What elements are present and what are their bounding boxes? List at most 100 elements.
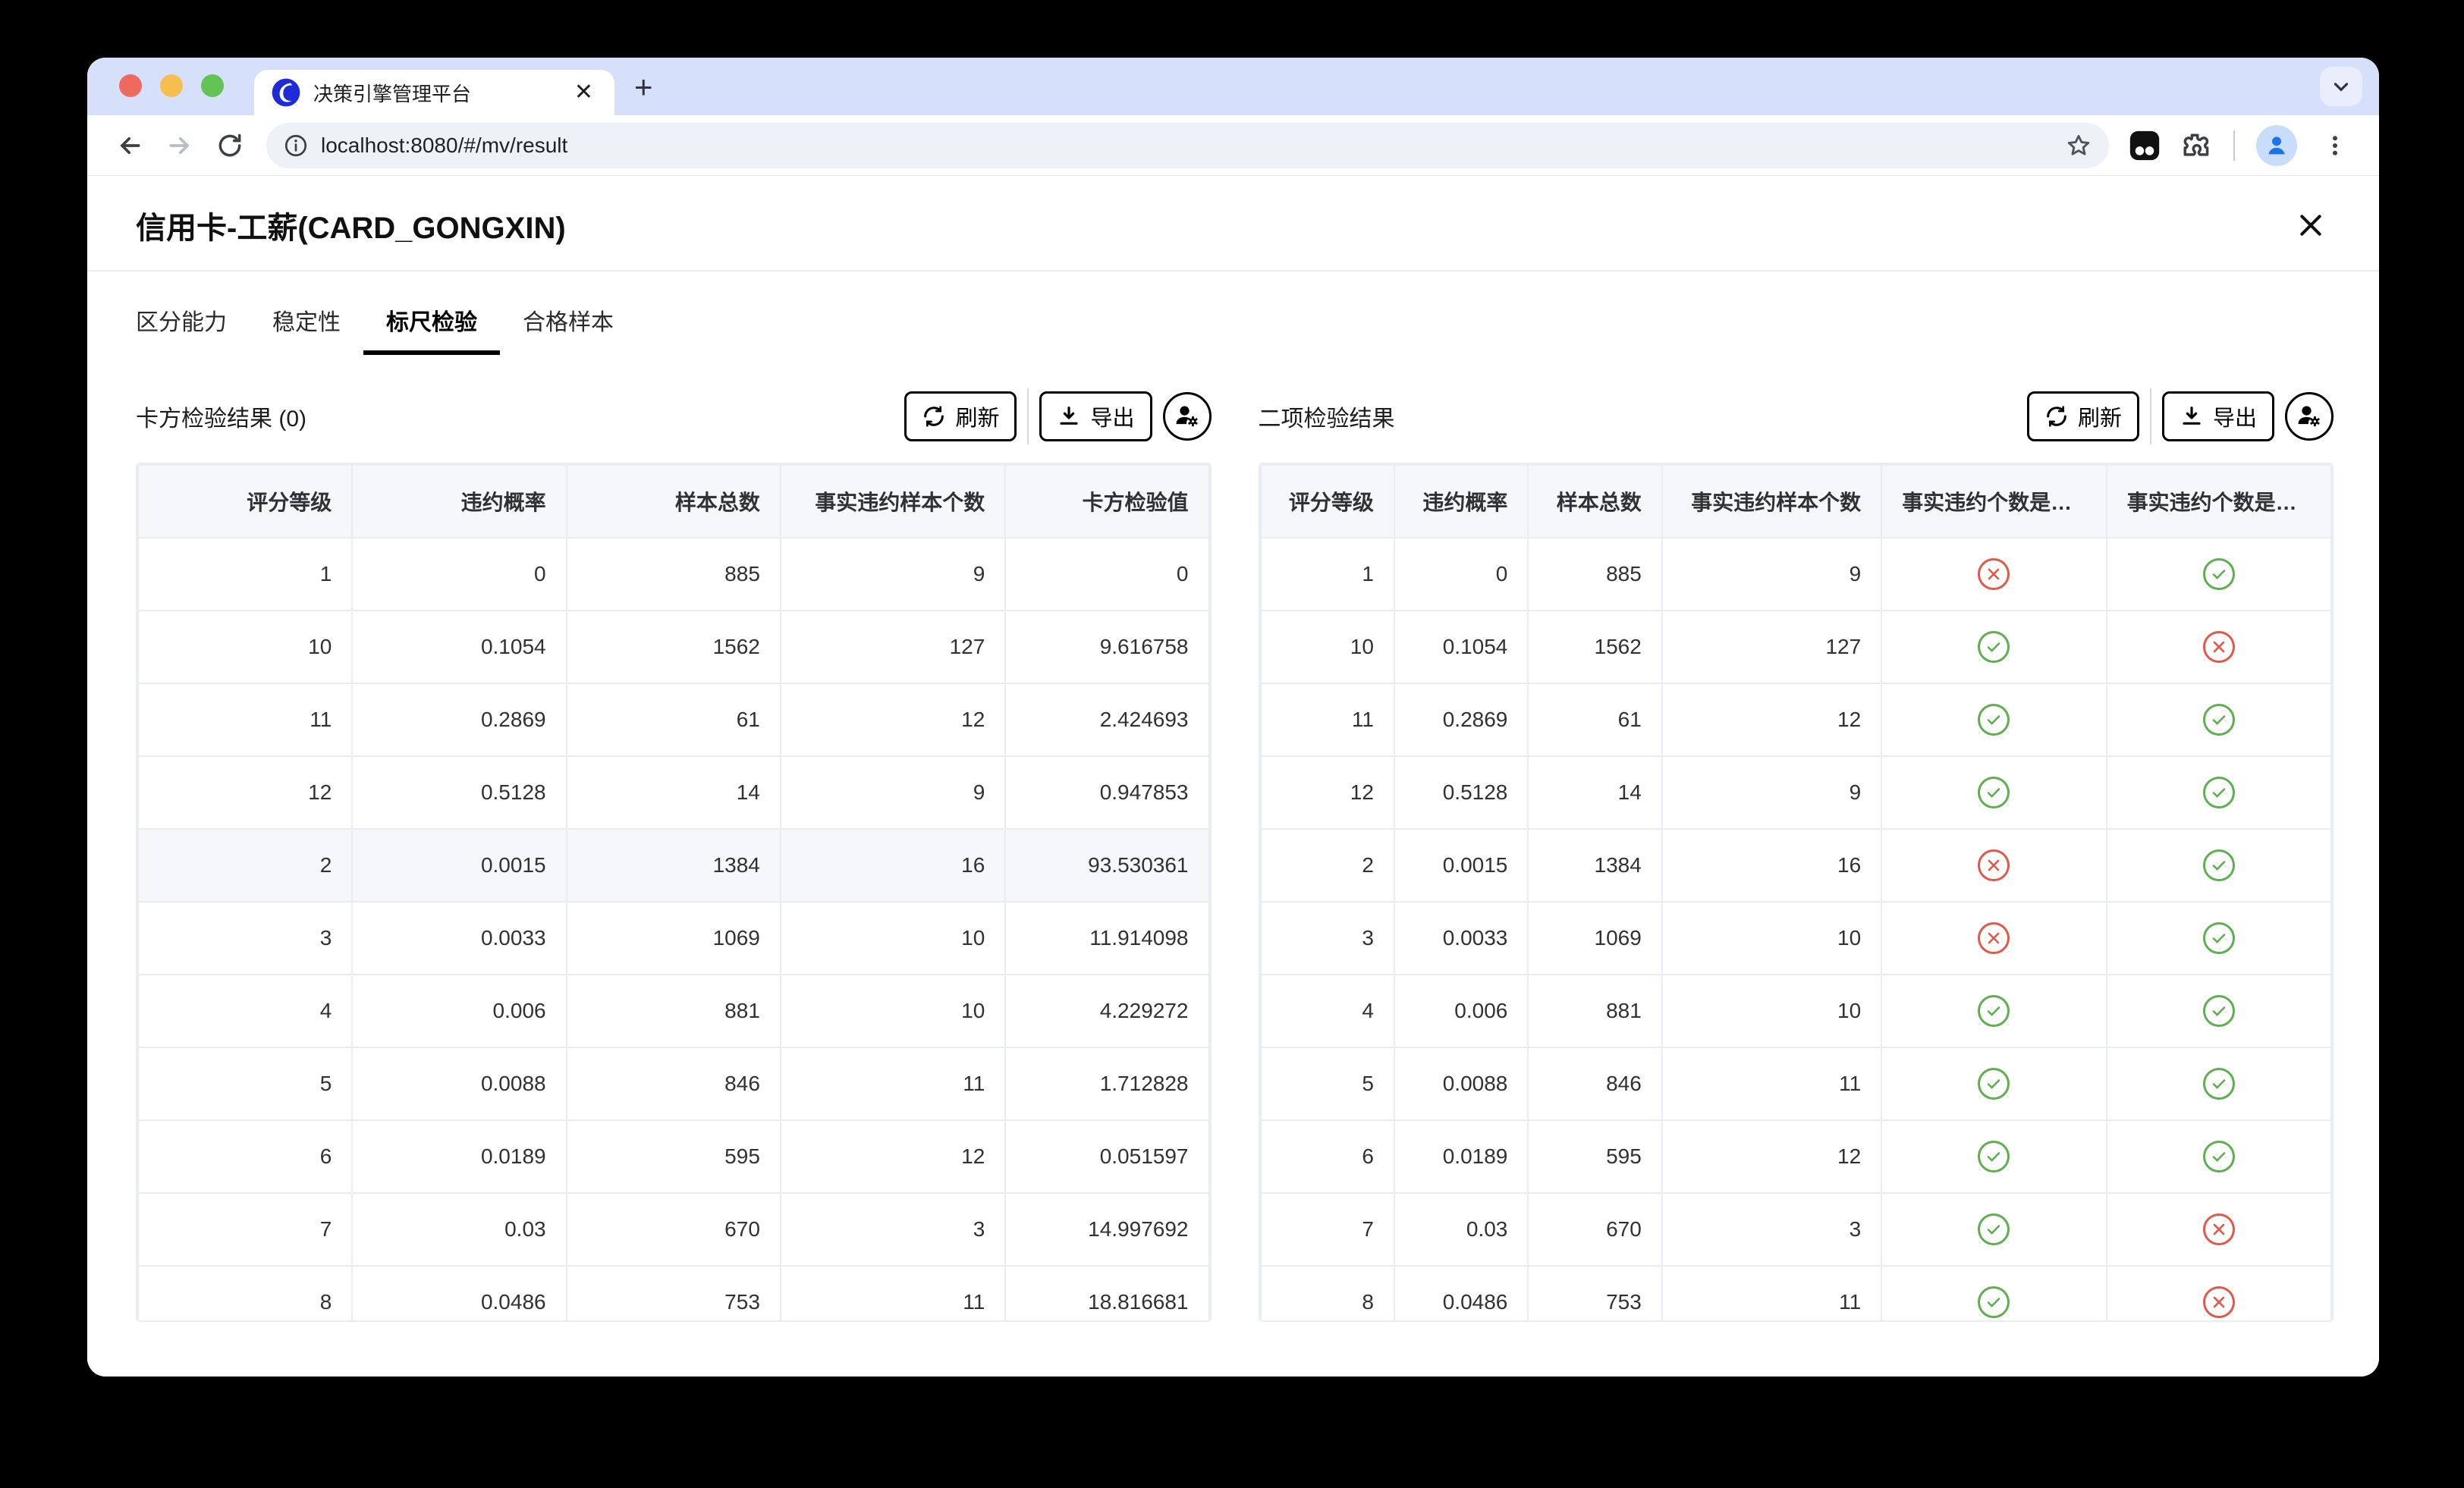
table-cell: 11 bbox=[1662, 1047, 1881, 1120]
new-tab-button[interactable]: + bbox=[634, 71, 653, 103]
table-row: 70.03670314.997692 bbox=[138, 1193, 1209, 1266]
status-cell bbox=[1881, 1193, 2106, 1266]
binomial-table: 评分等级违约概率样本总数事实违约样本个数事实违约个数是否小...事实违约个数是否… bbox=[1260, 464, 2333, 1322]
table-cell: 2 bbox=[1261, 829, 1394, 902]
window-controls bbox=[87, 74, 254, 115]
table-row: 110.28696112 bbox=[1261, 683, 2332, 756]
refresh-icon bbox=[2044, 404, 2069, 429]
table-row: 30.003310691011.914098 bbox=[138, 902, 1209, 975]
refresh-button[interactable]: 刷新 bbox=[904, 391, 1017, 441]
pass-check-icon bbox=[2203, 995, 2235, 1027]
tab-合格样本[interactable]: 合格样本 bbox=[500, 293, 636, 355]
column-header: 样本总数 bbox=[1528, 465, 1661, 538]
table-cell: 8 bbox=[1261, 1266, 1394, 1322]
panel-header: 卡方检验结果 (0) 刷新 导出 bbox=[136, 390, 1212, 443]
status-cell bbox=[2107, 538, 2331, 611]
export-button[interactable]: 导出 bbox=[1039, 391, 1152, 441]
page-close-button[interactable] bbox=[2294, 209, 2327, 242]
tab-close-icon[interactable]: ✕ bbox=[570, 81, 598, 104]
column-header: 违约概率 bbox=[352, 465, 566, 538]
table-cell: 10 bbox=[138, 611, 352, 683]
column-settings-button[interactable] bbox=[2285, 392, 2334, 441]
pass-check-icon bbox=[1978, 995, 2010, 1027]
table-row: 100.105415621279.616758 bbox=[138, 611, 1209, 683]
extension-app-icon[interactable] bbox=[2127, 128, 2162, 163]
status-cell bbox=[2107, 1266, 2331, 1322]
column-settings-button[interactable] bbox=[1163, 392, 1212, 441]
status-cell bbox=[2107, 756, 2331, 829]
status-cell bbox=[2107, 902, 2331, 975]
browser-window: 决策引擎管理平台 ✕ + localhost:8080/#/mv/result bbox=[87, 58, 2379, 1377]
table-cell: 3 bbox=[781, 1193, 1005, 1266]
table-row: 70.036703 bbox=[1261, 1193, 2332, 1266]
table-cell: 14.997692 bbox=[1005, 1193, 1208, 1266]
table-cell: 11 bbox=[1662, 1266, 1881, 1322]
tab-search-button[interactable] bbox=[2320, 67, 2362, 106]
table-cell: 4 bbox=[1261, 975, 1394, 1047]
table-cell: 9 bbox=[1662, 756, 1881, 829]
user-gear-icon bbox=[2293, 400, 2325, 432]
table-cell: 10 bbox=[1662, 902, 1881, 975]
tab-标尺检验[interactable]: 标尺检验 bbox=[363, 293, 500, 355]
status-cell bbox=[1881, 756, 2106, 829]
table-cell: 0.0033 bbox=[1394, 902, 1528, 975]
download-icon bbox=[2180, 404, 2204, 429]
table-cell: 0.947853 bbox=[1005, 756, 1208, 829]
close-window-button[interactable] bbox=[119, 74, 142, 97]
status-cell bbox=[1881, 683, 2106, 756]
forward-button[interactable] bbox=[159, 124, 201, 167]
browser-menu-button[interactable] bbox=[2314, 124, 2356, 167]
site-info-icon[interactable] bbox=[283, 133, 309, 159]
close-icon bbox=[2296, 210, 2326, 240]
export-button[interactable]: 导出 bbox=[2162, 391, 2274, 441]
status-cell bbox=[2107, 975, 2331, 1047]
table-cell: 0.0486 bbox=[352, 1266, 566, 1322]
table-cell: 595 bbox=[1528, 1120, 1661, 1193]
table-cell: 0.1054 bbox=[352, 611, 566, 683]
table-cell: 0.5128 bbox=[352, 756, 566, 829]
url-bar[interactable]: localhost:8080/#/mv/result bbox=[266, 123, 2109, 168]
reload-button[interactable] bbox=[209, 124, 251, 167]
table-cell: 5 bbox=[1261, 1047, 1394, 1120]
refresh-button[interactable]: 刷新 bbox=[2027, 391, 2139, 441]
table-cell: 9 bbox=[1662, 538, 1881, 611]
table-cell: 753 bbox=[1528, 1266, 1661, 1322]
fail-cross-icon bbox=[1978, 849, 2010, 881]
fail-cross-icon bbox=[1978, 558, 2010, 590]
browser-tab[interactable]: 决策引擎管理平台 ✕ bbox=[254, 70, 614, 115]
pass-check-icon bbox=[2203, 558, 2235, 590]
table-cell: 16 bbox=[1662, 829, 1881, 902]
table-cell: 127 bbox=[1662, 611, 1881, 683]
table-cell: 0.0088 bbox=[352, 1047, 566, 1120]
tab-稳定性[interactable]: 稳定性 bbox=[250, 293, 363, 355]
extensions-puzzle-icon[interactable] bbox=[2179, 129, 2212, 162]
tab-title: 决策引擎管理平台 bbox=[313, 79, 558, 107]
table-cell: 11 bbox=[781, 1047, 1005, 1120]
header-divider bbox=[87, 270, 2379, 272]
table-cell: 0.5128 bbox=[1394, 756, 1528, 829]
table-row: 50.008884611 bbox=[1261, 1047, 2332, 1120]
table-header-row: 评分等级违约概率样本总数事实违约样本个数事实违约个数是否小...事实违约个数是否… bbox=[1261, 465, 2332, 538]
table-cell: 881 bbox=[567, 975, 781, 1047]
back-button[interactable] bbox=[108, 124, 151, 167]
profile-avatar[interactable] bbox=[2256, 125, 2297, 166]
table-cell: 0 bbox=[1005, 538, 1208, 611]
minimize-window-button[interactable] bbox=[160, 74, 183, 97]
table-header-row: 评分等级违约概率样本总数事实违约样本个数卡方检验值 bbox=[138, 465, 1209, 538]
table-row: 80.048675311 bbox=[1261, 1266, 2332, 1322]
panel-header: 二项检验结果 刷新 导出 bbox=[1259, 390, 2334, 443]
table-cell: 12 bbox=[781, 683, 1005, 756]
table-cell: 0.0189 bbox=[1394, 1120, 1528, 1193]
tab-区分能力[interactable]: 区分能力 bbox=[113, 293, 250, 355]
table-row: 50.0088846111.712828 bbox=[138, 1047, 1209, 1120]
table-cell: 12 bbox=[1662, 683, 1881, 756]
binomial-table-wrap: 评分等级违约概率样本总数事实违约样本个数事实违约个数是否小...事实违约个数是否… bbox=[1259, 463, 2334, 1322]
table-cell: 7 bbox=[1261, 1193, 1394, 1266]
chi-square-table-wrap: 评分等级违约概率样本总数事实违约样本个数卡方检验值 1088590100.105… bbox=[136, 463, 1212, 1322]
table-cell: 595 bbox=[567, 1120, 781, 1193]
url-input[interactable]: localhost:8080/#/mv/result bbox=[321, 133, 2053, 158]
table-cell: 0.0486 bbox=[1394, 1266, 1528, 1322]
bookmark-star-icon[interactable] bbox=[2065, 132, 2092, 159]
zoom-window-button[interactable] bbox=[201, 74, 224, 97]
person-icon bbox=[2264, 133, 2290, 159]
